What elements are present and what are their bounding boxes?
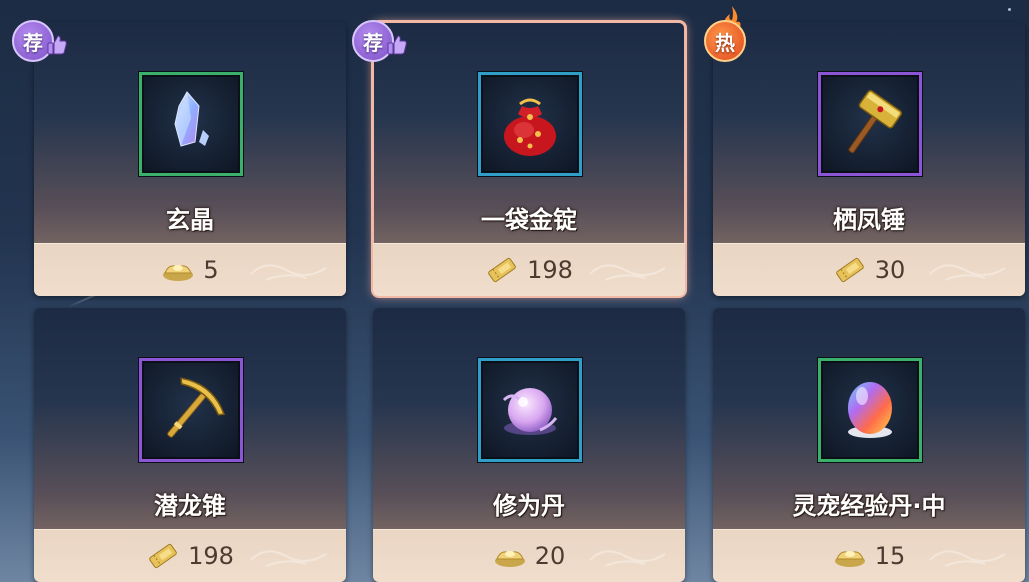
item-name: 修为丹	[493, 492, 565, 520]
shop-item-card[interactable]: 灵宠经验丹·中 15	[713, 308, 1025, 582]
shop-item-card[interactable]: 玄晶 5	[34, 22, 346, 296]
cloud-swirl-decoration	[929, 264, 1006, 281]
cloud-swirl-decoration	[250, 550, 327, 567]
background-star	[1008, 8, 1011, 11]
shop-item-card[interactable]: 栖凤锤 30	[713, 22, 1025, 296]
gold-ingot-icon	[834, 551, 865, 567]
item-price: 30	[874, 256, 906, 284]
crystal-icon	[174, 91, 209, 147]
hammer-icon	[848, 90, 903, 154]
item-name: 栖凤锤	[833, 206, 905, 234]
cloud-swirl-decoration	[589, 264, 666, 281]
price-bar: 20	[373, 529, 685, 582]
price-bar: 30	[713, 243, 1025, 296]
item-icon-frame	[478, 72, 582, 176]
item-icon-frame	[818, 358, 922, 462]
item-price: 15	[874, 542, 906, 570]
item-icon-frame	[139, 72, 243, 176]
cloud-swirl-decoration	[250, 264, 327, 281]
thumbs-up-icon	[387, 35, 407, 55]
price-bar: 198	[373, 243, 685, 296]
item-name: 潜龙锥	[154, 492, 226, 520]
orb-icon	[848, 382, 892, 438]
cloud-swirl-decoration	[929, 550, 1006, 567]
item-icon-frame	[139, 358, 243, 462]
item-icon-frame	[478, 358, 582, 462]
thumbs-up-icon	[47, 35, 67, 55]
item-name: 灵宠经验丹·中	[792, 492, 946, 520]
gold-ingot-icon	[494, 551, 525, 567]
ticket-icon	[488, 257, 516, 283]
item-price: 198	[188, 542, 234, 570]
item-price: 5	[203, 256, 219, 284]
item-price: 20	[534, 542, 566, 570]
price-bar: 5	[34, 243, 346, 296]
price-bar: 15	[713, 529, 1025, 582]
gold-ingot-icon	[163, 265, 194, 281]
pickaxe-icon	[167, 377, 226, 438]
item-name: 玄晶	[166, 206, 214, 234]
ticket-icon	[835, 257, 864, 283]
hot-badge: 热	[704, 20, 746, 62]
item-price: 198	[527, 256, 573, 284]
money-bag-icon	[504, 98, 556, 156]
item-name: 一袋金锭	[481, 206, 577, 234]
item-icon-frame	[818, 72, 922, 176]
shop-item-card-selected[interactable]: 一袋金锭 198	[371, 20, 687, 298]
shop-item-card[interactable]: 潜龙锥 198	[34, 308, 346, 582]
ticket-icon	[149, 543, 177, 569]
price-bar: 198	[34, 529, 346, 582]
shop-item-card[interactable]: 修为丹 20	[373, 308, 685, 582]
cloud-swirl-decoration	[589, 550, 666, 567]
pearl-icon	[502, 388, 558, 435]
